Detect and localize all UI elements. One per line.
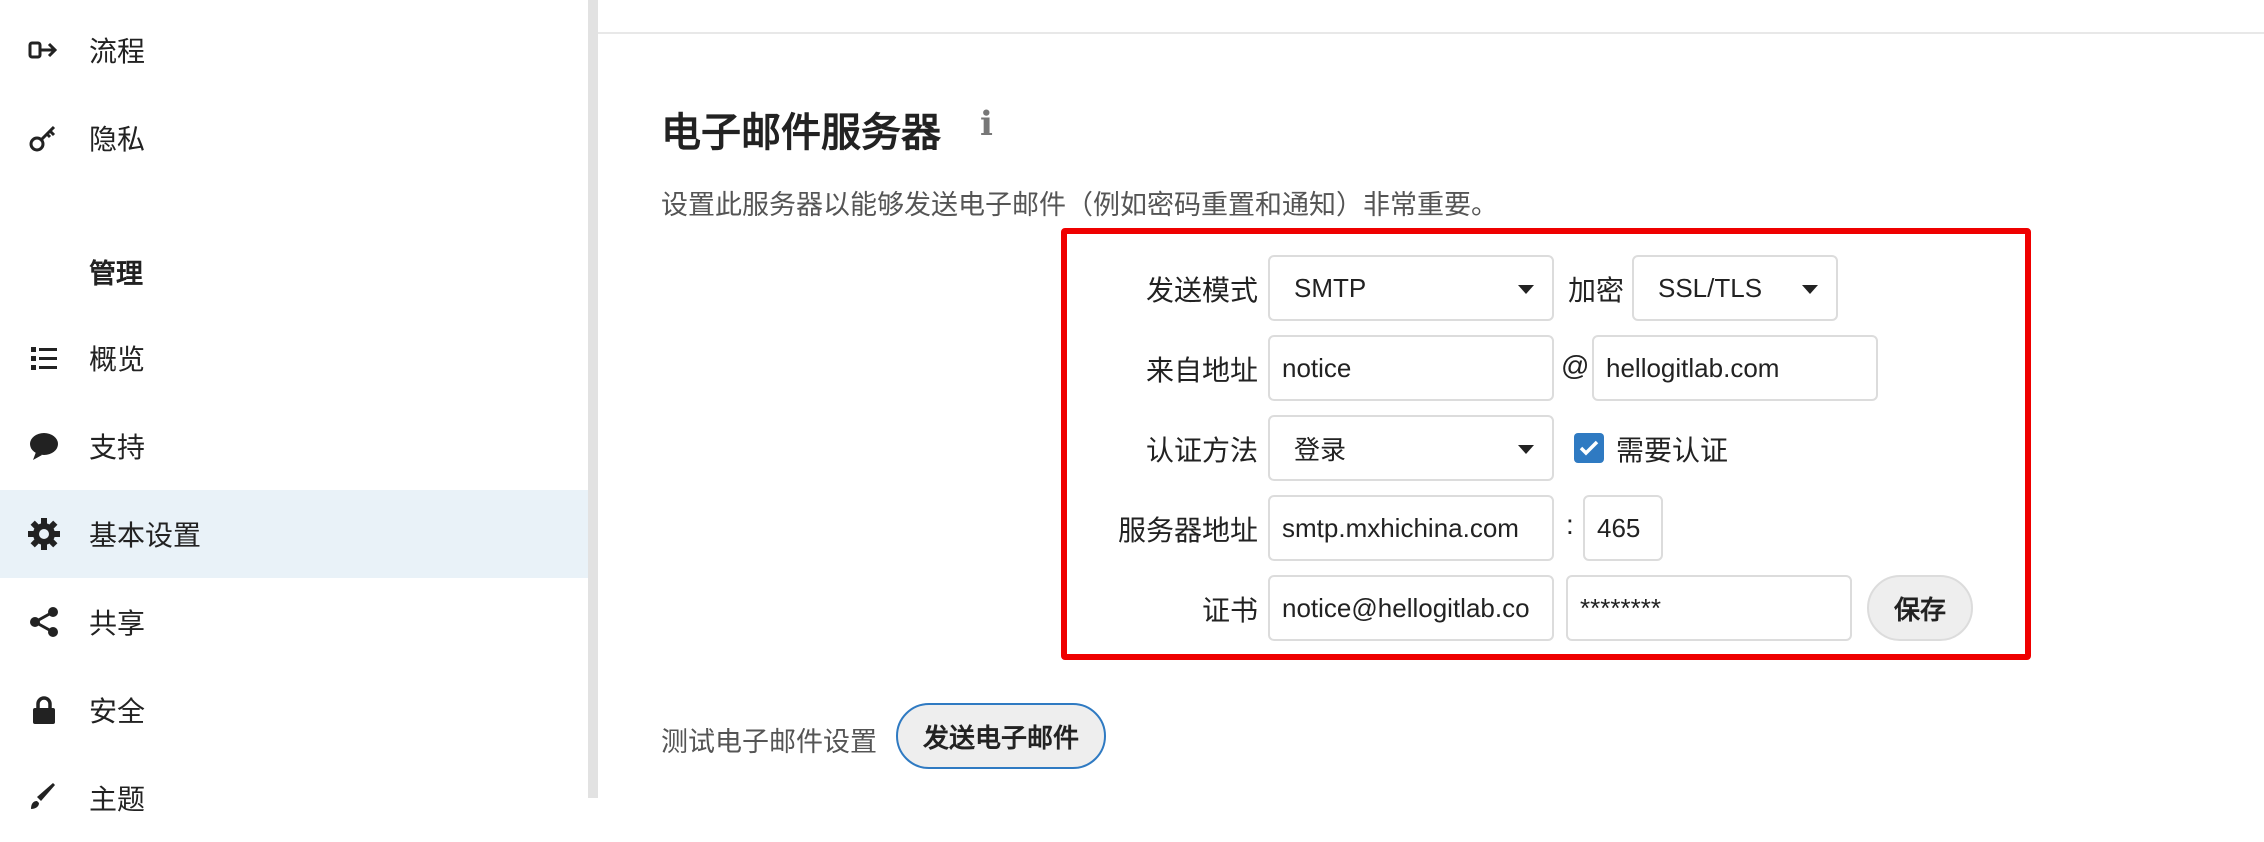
from-local-input[interactable]: notice xyxy=(1268,335,1554,401)
header-divider xyxy=(598,32,2264,34)
sidebar-item-sharing[interactable]: 共享 xyxy=(0,578,588,666)
chevron-down-icon xyxy=(1518,445,1534,454)
send-mode-value: SMTP xyxy=(1294,272,1367,303)
server-host-input[interactable]: smtp.mxhichina.com xyxy=(1268,495,1554,561)
share-icon xyxy=(26,604,62,640)
sidebar-item-label: 主题 xyxy=(89,784,146,815)
key-icon xyxy=(26,120,62,156)
auth-method-label: 认证方法 xyxy=(1145,435,1258,466)
info-icon[interactable]: i xyxy=(980,104,993,144)
sidebar-item-basic-settings[interactable]: 基本设置 xyxy=(0,490,588,578)
from-address-label: 来自地址 xyxy=(1145,355,1258,386)
sidebar-item-flow[interactable]: 流程 xyxy=(0,6,588,94)
encryption-select[interactable]: SSL/TLS xyxy=(1632,255,1838,321)
test-email-label: 测试电子邮件设置 xyxy=(661,727,877,757)
at-symbol: @ xyxy=(1561,350,1590,381)
chevron-down-icon xyxy=(1518,285,1534,294)
sidebar: 流程 隐私 管理 概览 支持 基本设置 共享 安全 主题 xyxy=(0,0,588,815)
sidebar-item-label: 安全 xyxy=(89,696,146,727)
gear-icon xyxy=(26,516,62,552)
brush-icon xyxy=(26,780,62,816)
encryption-value: SSL/TLS xyxy=(1658,272,1763,303)
page-title: 电子邮件服务器 xyxy=(661,111,941,155)
sidebar-item-label: 共享 xyxy=(89,608,146,639)
credentials-label: 证书 xyxy=(1201,595,1258,626)
checkmark-icon xyxy=(1579,440,1599,456)
colon-separator: : xyxy=(1566,509,1574,540)
from-domain-input[interactable]: hellogitlab.com xyxy=(1592,335,1878,401)
send-email-button[interactable]: 发送电子邮件 xyxy=(896,703,1106,769)
sidebar-item-overview[interactable]: 概览 xyxy=(0,314,588,402)
send-mode-label: 发送模式 xyxy=(1145,275,1258,306)
auth-method-select[interactable]: 登录 xyxy=(1268,415,1554,481)
sidebar-item-label: 支持 xyxy=(89,432,146,463)
section-description: 设置此服务器以能够发送电子邮件（例如密码重置和通知）非常重要。 xyxy=(661,190,1498,220)
list-icon xyxy=(26,340,62,376)
server-port-input[interactable]: 465 xyxy=(1583,495,1663,561)
require-auth-checkbox[interactable] xyxy=(1574,433,1604,463)
sidebar-item-support[interactable]: 支持 xyxy=(0,402,588,490)
server-address-label: 服务器地址 xyxy=(1117,515,1258,546)
sidebar-item-label: 基本设置 xyxy=(89,520,202,551)
lock-icon xyxy=(26,692,62,728)
send-mode-select[interactable]: SMTP xyxy=(1268,255,1554,321)
chevron-down-icon xyxy=(1802,285,1818,294)
password-input[interactable]: ******** xyxy=(1566,575,1852,641)
sidebar-item-security[interactable]: 安全 xyxy=(0,666,588,754)
flow-icon xyxy=(26,32,62,68)
require-auth-label[interactable]: 需要认证 xyxy=(1616,429,1728,469)
encryption-label: 加密 xyxy=(1567,275,1624,306)
sidebar-divider[interactable] xyxy=(588,0,598,798)
save-button[interactable]: 保存 xyxy=(1867,575,1973,641)
sidebar-item-label: 概览 xyxy=(89,344,146,375)
chat-bubble-icon xyxy=(26,428,62,464)
username-input[interactable]: notice@hellogitlab.co xyxy=(1268,575,1554,641)
sidebar-item-privacy[interactable]: 隐私 xyxy=(0,94,588,182)
sidebar-item-label: 隐私 xyxy=(89,124,146,155)
sidebar-section-admin: 管理 xyxy=(89,259,143,289)
sidebar-item-label: 流程 xyxy=(89,36,146,67)
auth-method-value: 登录 xyxy=(1294,434,1347,465)
sidebar-item-theme[interactable]: 主题 xyxy=(0,754,588,842)
